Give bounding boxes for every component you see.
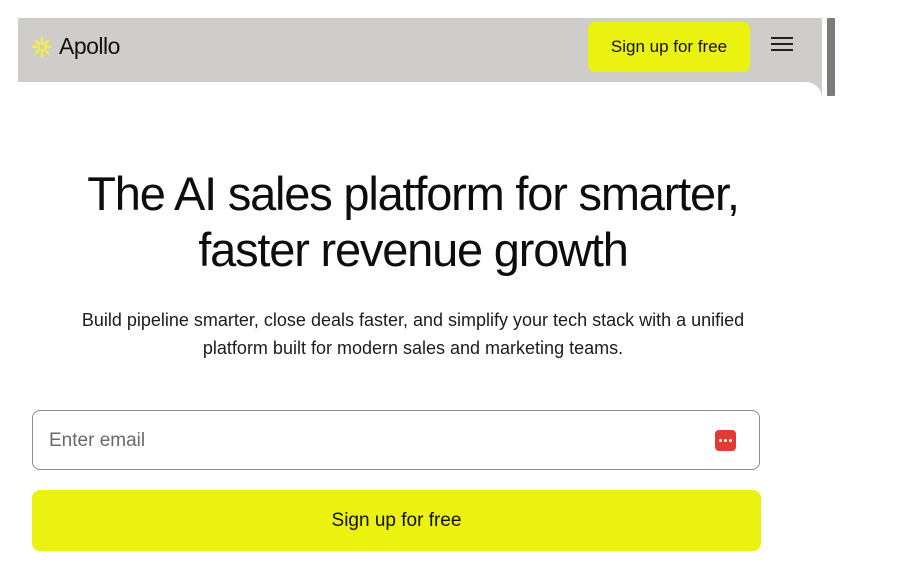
hero-title-line-1: The AI sales platform for smarter, xyxy=(87,167,740,220)
top-navbar: Apollo Sign up for free xyxy=(18,18,822,82)
hero-subtitle-line-1: Build pipeline smarter, close deals fast… xyxy=(81,310,745,330)
apollo-landing-page: Apollo Sign up for free The AI sales pla… xyxy=(0,0,900,572)
content-corner xyxy=(18,82,822,98)
password-manager-icon[interactable] xyxy=(715,430,736,451)
scrollbar-thumb[interactable] xyxy=(827,18,835,96)
hero-title: The AI sales platform for smarter, faste… xyxy=(18,166,808,278)
apollo-logo-icon xyxy=(31,36,53,57)
apollo-logo[interactable]: Apollo xyxy=(31,33,120,60)
menu-bar xyxy=(771,37,793,39)
hero-subtitle: Build pipeline smarter, close deals fast… xyxy=(18,306,808,362)
menu-bar xyxy=(771,49,793,51)
hero-subtitle-line-2: platform built for modern sales and mark… xyxy=(202,338,624,358)
email-field-wrapper xyxy=(32,410,760,470)
hero-title-line-2: faster revenue growth xyxy=(198,223,629,276)
menu-bar xyxy=(771,43,793,45)
email-input[interactable] xyxy=(47,421,691,461)
logo-text: Apollo xyxy=(59,33,120,59)
header-signup-button[interactable]: Sign up for free xyxy=(588,22,750,72)
hamburger-menu-icon[interactable] xyxy=(771,37,793,55)
signup-submit-button[interactable]: Sign up for free xyxy=(32,490,761,551)
